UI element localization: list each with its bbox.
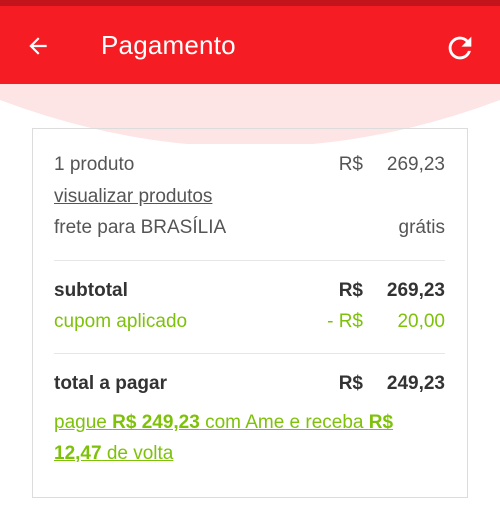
app-bar: Pagamento <box>0 6 500 84</box>
coupon-currency: - R$ <box>327 311 363 332</box>
view-products-row: visualizar produtos <box>54 183 445 211</box>
subtotal-currency: R$ <box>338 280 363 301</box>
shipping-value: grátis <box>398 217 445 238</box>
coupon-row: cupom aplicado - R$ 20,00 <box>54 308 445 336</box>
divider <box>54 260 445 261</box>
total-row: total a pagar R$ 249,23 <box>54 370 445 398</box>
products-currency: R$ <box>338 154 363 175</box>
ame-suffix: de volta <box>101 443 174 464</box>
arrow-left-icon <box>29 37 47 55</box>
products-row: 1 produto R$ 269,23 <box>54 151 445 179</box>
subtotal-value: 269,23 <box>386 280 445 301</box>
ame-middle: com Ame e receba <box>199 412 369 433</box>
shipping-label: frete para BRASÍLIA <box>54 217 227 238</box>
view-products-link[interactable]: visualizar produtos <box>54 183 212 211</box>
coupon-value: 20,00 <box>397 311 445 332</box>
refresh-button[interactable] <box>442 30 478 66</box>
total-label: total a pagar <box>54 373 167 394</box>
page-title: Pagamento <box>101 30 236 60</box>
total-currency: R$ <box>338 373 363 394</box>
refresh-icon <box>448 36 472 60</box>
products-count-label: 1 produto <box>54 154 135 175</box>
coupon-label: cupom aplicado <box>54 311 188 332</box>
total-value: 249,23 <box>386 373 445 394</box>
back-button[interactable] <box>20 28 56 64</box>
ame-amount: R$ 249,23 <box>112 412 200 433</box>
ame-prefix: pague <box>54 412 113 433</box>
shipping-row: frete para BRASÍLIA grátis <box>54 214 445 242</box>
divider <box>54 353 445 354</box>
products-value: 269,23 <box>386 154 445 175</box>
order-summary-card: 1 produto R$ 269,23 visualizar produtos … <box>32 128 468 498</box>
ame-cashback-link[interactable]: pague R$ 249,23 com Ame e receba R$ 12,4… <box>54 407 434 469</box>
subtotal-label: subtotal <box>54 280 128 301</box>
subtotal-row: subtotal R$ 269,23 <box>54 277 445 305</box>
